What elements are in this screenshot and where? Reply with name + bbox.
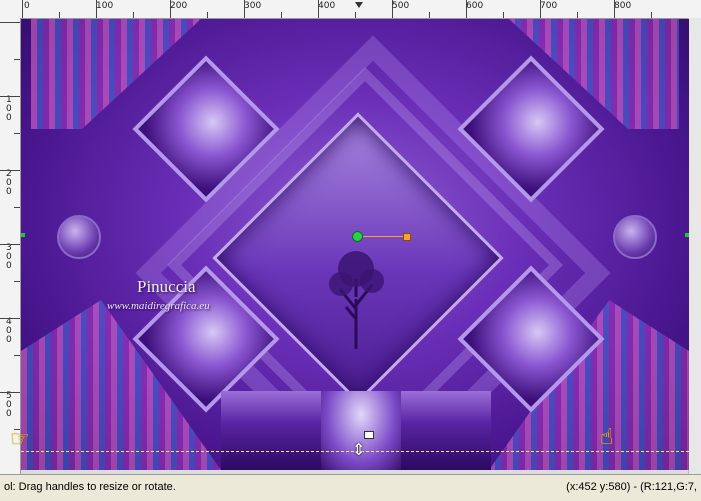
ruler-label: 500 [392, 1, 410, 11]
ruler-tick [14, 59, 20, 60]
orb-left [57, 215, 101, 259]
ruler-tick [577, 12, 578, 18]
ruler-label: 700 [540, 1, 558, 11]
ruler-tick [14, 133, 20, 134]
ruler-tick [59, 12, 60, 18]
resize-cursor-icon: ⇕ [352, 440, 366, 459]
watermark-url: www.maidiregrafica.eu [107, 300, 210, 312]
ruler-tick [96, 0, 97, 18]
status-bar: ol: Drag handles to resize or rotate. (x… [0, 474, 701, 501]
ruler-tick [244, 0, 245, 18]
ruler-position-marker [355, 2, 363, 8]
side-handle-right[interactable] [685, 233, 689, 237]
ruler-tick [318, 0, 319, 18]
pointing-hand-icon: ☞ [10, 427, 30, 452]
status-coordinates: (x:452 y:580) - (R:121,G:7, [566, 481, 697, 493]
ruler-tick [651, 12, 652, 18]
ruler-tick [133, 12, 134, 18]
ruler-tick [355, 12, 356, 18]
ruler-tick [14, 207, 20, 208]
ruler-tick [0, 392, 20, 393]
ruler-tick [0, 318, 20, 319]
ruler-label: 2 0 0 [6, 169, 12, 197]
ruler-label: 0 [24, 1, 30, 11]
pointing-hand-icon: ☝ [600, 425, 614, 450]
vertical-scrollbar[interactable] [688, 18, 701, 474]
watermark-title: Pinuccia [137, 277, 196, 296]
rotation-arm [357, 236, 405, 237]
image-canvas[interactable]: Pinuccia www.maidiregrafica.eu ⇕ [21, 19, 689, 470]
ruler-tick [392, 0, 393, 18]
ruler-tick [0, 22, 20, 23]
ruler-label: 600 [466, 1, 484, 11]
horizontal-ruler: 0 100 200 300 400 500 600 700 800 [0, 0, 701, 19]
rotation-handle[interactable] [403, 233, 411, 241]
ruler-label: 800 [614, 1, 632, 11]
ruler-tick [170, 0, 171, 18]
ruler-tick [614, 0, 615, 18]
vertical-ruler: 1 0 0 2 0 0 3 0 0 4 0 0 5 0 0 [0, 18, 21, 474]
ruler-tick [14, 355, 20, 356]
orb-right [613, 215, 657, 259]
ruler-tick [0, 244, 20, 245]
ruler-tick [429, 12, 430, 18]
ruler-tick [0, 170, 20, 171]
pivot-point-handle[interactable] [352, 231, 363, 242]
ruler-tick [466, 0, 467, 18]
tree-silhouette [329, 251, 384, 349]
ruler-tick [22, 0, 23, 18]
ruler-tick [0, 96, 20, 97]
side-handle-left[interactable] [21, 233, 25, 237]
ruler-tick [281, 12, 282, 18]
ruler-label: 200 [170, 1, 188, 11]
ruler-tick [14, 281, 20, 282]
ruler-label: 300 [244, 1, 262, 11]
ruler-tick [207, 12, 208, 18]
ruler-label: 1 0 0 [6, 95, 12, 123]
bottom-middle-handle[interactable] [364, 431, 374, 439]
ruler-label: 4 0 0 [6, 317, 12, 345]
ruler-tick [540, 0, 541, 18]
status-hint: ol: Drag handles to resize or rotate. [4, 481, 176, 493]
ruler-label: 3 0 0 [6, 243, 12, 271]
ruler-label: 100 [96, 1, 114, 11]
ruler-label: 400 [318, 1, 336, 11]
ruler-tick [503, 12, 504, 18]
ruler-label: 5 0 0 [6, 391, 12, 419]
